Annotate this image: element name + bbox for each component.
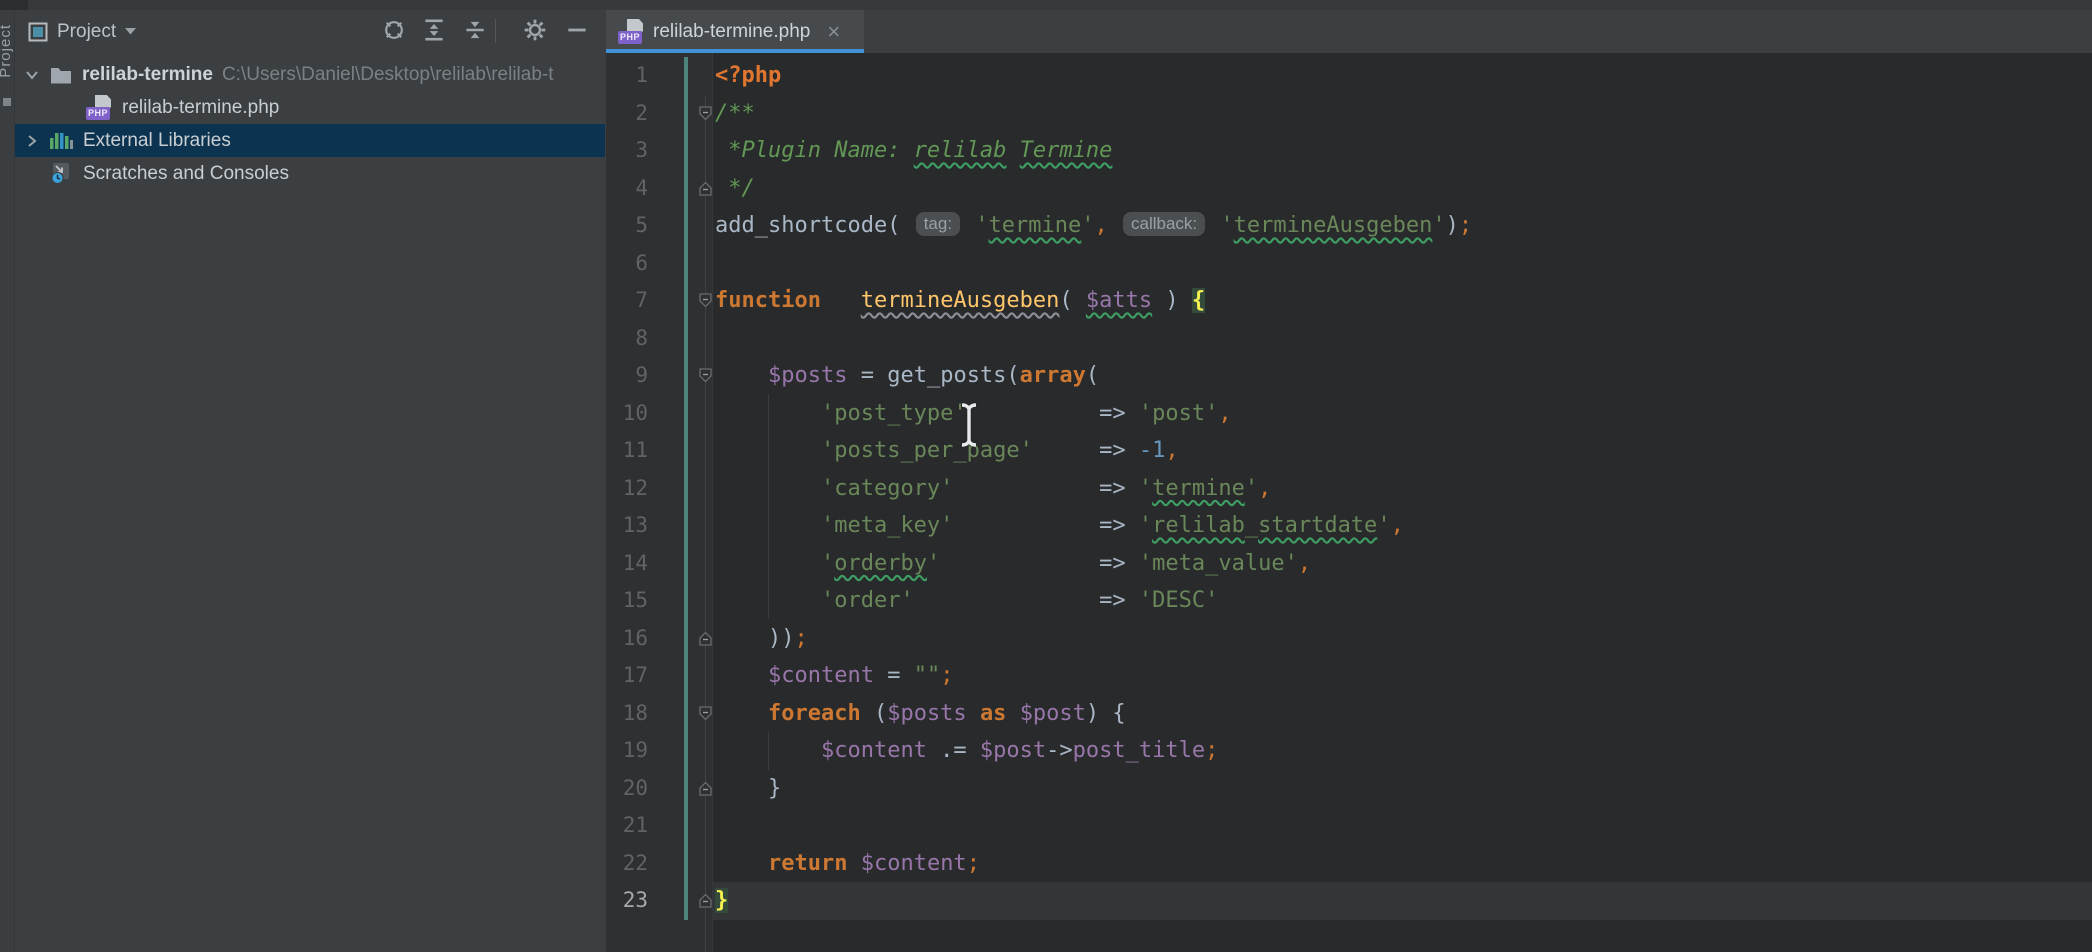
gutter-separator [712, 53, 713, 952]
fold-start-marker[interactable] [699, 368, 712, 383]
fold-start-marker[interactable] [699, 106, 712, 121]
tool-window-stripe-icon [3, 98, 11, 106]
code-line-13: 'meta_key' => 'relilab_startdate', [715, 507, 1404, 545]
parameter-hint: callback: [1123, 212, 1205, 236]
window-top-strip [0, 0, 2092, 10]
tab-label: relilab-termine.php [653, 21, 810, 43]
line-number: 20 [606, 770, 648, 808]
select-opened-file-button[interactable] [377, 14, 411, 46]
line-number: 6 [606, 245, 648, 283]
code-line-3: *Plugin Name: relilab Termine [715, 132, 1112, 170]
fold-start-marker[interactable] [699, 293, 712, 308]
expand-all-icon [421, 17, 447, 43]
gear-icon [522, 17, 548, 43]
line-number: 5 [606, 207, 648, 245]
line-number: 17 [606, 657, 648, 695]
window-top-corner [0, 0, 28, 10]
editor-tab-relilab-termine[interactable]: PHP relilab-termine.php × [606, 10, 864, 53]
line-number: 7 [606, 282, 648, 320]
line-number: 11 [606, 432, 648, 470]
code-line-4: */ [715, 170, 755, 208]
minus-icon [564, 17, 590, 43]
line-number: 15 [606, 582, 648, 620]
line-number: 19 [606, 732, 648, 770]
parameter-hint: tag: [916, 212, 960, 236]
line-number: 18 [606, 695, 648, 733]
chevron-down-icon [125, 28, 136, 35]
line-number: 2 [606, 95, 648, 133]
scratches-icon [50, 162, 73, 185]
chevron-right-icon[interactable] [24, 133, 40, 149]
code-line-12: 'category' => 'termine', [715, 470, 1271, 508]
tree-item-label: relilab-termine [82, 64, 213, 86]
tree-item-project-root[interactable]: relilab-termine C:\Users\Daniel\Desktop\… [15, 58, 605, 91]
collapse-all-button[interactable] [458, 14, 492, 46]
tree-item-php-file[interactable]: PHP relilab-termine.php [15, 91, 605, 124]
line-number: 4 [606, 170, 648, 208]
close-icon[interactable]: × [827, 21, 840, 43]
code-editor[interactable]: 1234567891011121314151617181920212223 <?… [606, 53, 2092, 952]
vcs-added-marker [684, 57, 688, 920]
header-band: Project [15, 10, 2092, 53]
project-tool-window-stripe-button[interactable]: Project [0, 24, 14, 78]
project-view-title: Project [57, 21, 116, 43]
settings-button[interactable] [518, 14, 552, 46]
line-number: 16 [606, 620, 648, 658]
line-number: 13 [606, 507, 648, 545]
ibeam-mouse-cursor [956, 402, 982, 448]
hide-panel-button[interactable] [560, 14, 594, 46]
chevron-down-icon[interactable] [24, 67, 40, 83]
line-number: 8 [606, 320, 648, 358]
line-number: 14 [606, 545, 648, 583]
code-line-20: } [715, 770, 781, 808]
code-line-23: } [715, 882, 728, 920]
code-line-15: 'order' => 'DESC' [715, 582, 1218, 620]
line-number: 23 [606, 882, 648, 920]
code-line-16: )); [715, 620, 808, 658]
project-view-selector[interactable]: Project [28, 16, 136, 47]
code-line-7: function termineAusgeben( $atts ) { [715, 282, 1205, 320]
fold-guide-line [705, 95, 706, 952]
code-line-22: return $content; [715, 845, 980, 883]
target-icon [381, 17, 407, 43]
tool-window-bar: Project [0, 10, 15, 952]
code-line-17: $content = ""; [715, 657, 953, 695]
line-number: 1 [606, 57, 648, 95]
fold-end-marker[interactable] [699, 631, 712, 646]
fold-start-marker[interactable] [699, 706, 712, 721]
line-number: 9 [606, 357, 648, 395]
code-line-11: 'posts_per_page' => -1, [715, 432, 1179, 470]
line-number: 12 [606, 470, 648, 508]
current-line-highlight [713, 882, 2092, 920]
line-number: 10 [606, 395, 648, 433]
code-line-5: add_shortcode( tag: 'termine', callback:… [715, 207, 1472, 245]
code-line-19: $content .= $post->post_title; [715, 732, 1218, 770]
toolbar-divider [495, 19, 496, 43]
fold-end-marker[interactable] [699, 893, 712, 908]
libraries-icon [50, 132, 73, 150]
collapse-all-icon [462, 17, 488, 43]
folder-icon [50, 66, 72, 84]
fold-end-marker[interactable] [699, 781, 712, 796]
php-file-icon: PHP [618, 19, 644, 45]
code-line-2: /** [715, 95, 755, 133]
code-line-1: <?php [715, 57, 781, 95]
php-file-icon: PHP [86, 95, 112, 121]
tree-item-label: Scratches and Consoles [83, 163, 289, 185]
code-line-18: foreach ($posts as $post) { [715, 695, 1126, 733]
line-number: 3 [606, 132, 648, 170]
code-line-14: 'orderby' => 'meta_value', [715, 545, 1311, 583]
fold-end-marker[interactable] [699, 181, 712, 196]
project-view-icon [28, 22, 48, 42]
code-line-9: $posts = get_posts(array( [715, 357, 1099, 395]
tree-item-label: External Libraries [83, 130, 231, 152]
tree-item-external-libraries[interactable]: External Libraries [15, 124, 605, 157]
line-number: 22 [606, 845, 648, 883]
tree-item-scratches[interactable]: Scratches and Consoles [15, 157, 605, 190]
tree-item-label: relilab-termine.php [122, 97, 279, 119]
project-tree-panel: relilab-termine C:\Users\Daniel\Desktop\… [15, 53, 605, 952]
expand-all-button[interactable] [417, 14, 451, 46]
tree-item-path: C:\Users\Daniel\Desktop\relilab\relilab-… [222, 64, 554, 86]
line-number: 21 [606, 807, 648, 845]
